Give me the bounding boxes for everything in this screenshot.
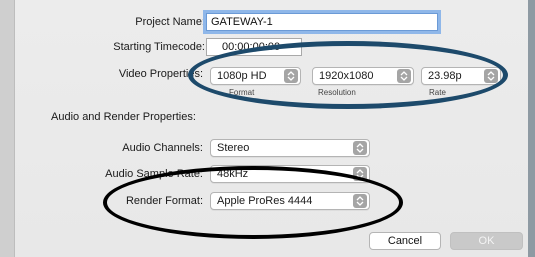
new-project-sheet: Project Name: GATEWAY-1 Starting Timecod… [14, 0, 528, 257]
project-name-label: Project Name: [135, 16, 205, 28]
up-down-chevron-icon [484, 69, 498, 83]
up-down-chevron-icon [353, 167, 367, 181]
starting-timecode-field[interactable]: 00:00:00:00 [206, 38, 302, 56]
video-format-value: 1080p HD [217, 70, 267, 82]
starting-timecode-label: Starting Timecode: [113, 41, 205, 53]
up-down-chevron-icon [353, 194, 367, 208]
up-down-chevron-icon [284, 69, 298, 83]
project-name-field[interactable]: GATEWAY-1 [206, 13, 438, 31]
audio-sample-rate-value: 48kHz [217, 168, 249, 180]
video-rate-value: 23.98p [428, 70, 462, 82]
window-edge-left [0, 0, 14, 257]
render-format-value: Apple ProRes 4444 [217, 195, 313, 207]
audio-sample-rate-label: Audio Sample Rate: [105, 168, 203, 180]
render-format-popup[interactable]: Apple ProRes 4444 [210, 192, 370, 210]
up-down-chevron-icon [353, 141, 367, 155]
ok-button[interactable]: OK [450, 232, 523, 250]
video-format-popup[interactable]: 1080p HD [210, 67, 301, 85]
video-resolution-popup[interactable]: 1920x1080 [312, 67, 414, 85]
audio-render-section-label: Audio and Render Properties: [51, 111, 196, 123]
audio-sample-rate-popup[interactable]: 48kHz [210, 165, 370, 183]
video-resolution-value: 1920x1080 [319, 70, 374, 82]
video-properties-label: Video Properties: [118, 68, 203, 80]
cancel-button[interactable]: Cancel [369, 232, 441, 250]
video-rate-popup[interactable]: 23.98p [421, 67, 501, 85]
format-sublabel: Format [229, 88, 255, 97]
up-down-chevron-icon [397, 69, 411, 83]
audio-channels-label: Audio Channels: [122, 142, 203, 154]
window-edge-right [527, 0, 535, 257]
audio-channels-popup[interactable]: Stereo [210, 139, 370, 157]
render-format-label: Render Format: [125, 195, 203, 207]
audio-channels-value: Stereo [217, 142, 250, 154]
rate-sublabel: Rate [429, 88, 446, 97]
resolution-sublabel: Resolution [318, 88, 356, 97]
